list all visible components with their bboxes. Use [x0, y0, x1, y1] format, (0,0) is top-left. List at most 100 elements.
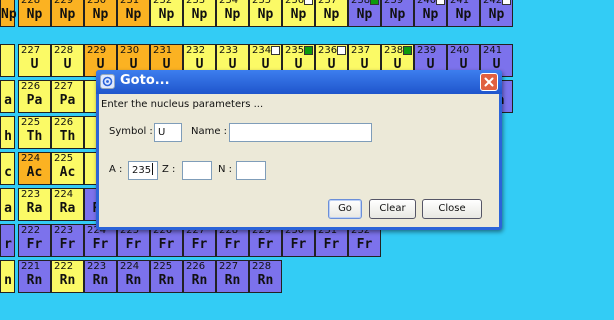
nuclide-cell[interactable]: 228 U [51, 44, 84, 77]
nuclide-cell[interactable]: c [0, 152, 15, 185]
mass-number: 223 [21, 189, 41, 200]
element-symbol: Np [224, 7, 241, 22]
mass-number: 239 [417, 45, 437, 56]
element-symbol: n [4, 273, 12, 288]
nuclide-cell[interactable]: 224 Ra [51, 188, 84, 221]
element-symbol: h [4, 129, 12, 144]
nuclide-cell[interactable]: a [0, 188, 15, 221]
nuclide-cell[interactable]: 232 Np [150, 0, 183, 27]
nuclide-cell[interactable]: 224 Rn [117, 260, 150, 293]
mass-number: 232 [153, 0, 173, 6]
nuclide-cell[interactable]: 227 U [18, 44, 51, 77]
a-field[interactable]: 235 [128, 161, 158, 180]
nuclide-cell[interactable]: 223 Fr [51, 224, 84, 257]
element-symbol: Ac [26, 165, 43, 180]
nuclide-cell[interactable]: 224 Ac [18, 152, 51, 185]
dialog-titlebar[interactable]: Goto... [96, 70, 502, 94]
symbol-label: Symbol : [109, 126, 153, 137]
mass-number: 228 [21, 0, 41, 6]
go-button[interactable]: Go [328, 199, 362, 219]
element-symbol: Np [191, 7, 208, 22]
element-symbol: Rn [59, 273, 76, 288]
dialog-title: Goto... [120, 73, 170, 88]
element-symbol: U [30, 57, 39, 72]
element-symbol: Np [125, 7, 142, 22]
z-label: Z : [162, 164, 176, 175]
close-window-button[interactable] [480, 73, 498, 91]
nuclide-cell[interactable]: 230 Np [84, 0, 117, 27]
nuclide-cell[interactable]: 237 Np [315, 0, 348, 27]
mass-number: 224 [21, 153, 41, 164]
mass-number: 225 [54, 153, 74, 164]
nuclide-cell[interactable]: 234 Np [216, 0, 249, 27]
close-button[interactable]: Close [422, 199, 482, 219]
nuclide-cell[interactable]: 225 Rn [150, 260, 183, 293]
nuclide-cell[interactable]: 241 Np [447, 0, 480, 27]
mass-number: 229 [87, 45, 107, 56]
element-symbol: Fr [356, 237, 373, 252]
nuclide-cell[interactable]: 229 Np [51, 0, 84, 27]
mass-number: 222 [54, 261, 74, 272]
nuclide-cell[interactable]: 228 Np [18, 0, 51, 27]
nuclide-cell[interactable]: 242 Np [480, 0, 513, 27]
nuclide-cell[interactable]: 240 Np [414, 0, 447, 27]
nuclide-cell[interactable]: 227 Rn [216, 260, 249, 293]
isomer-flag [370, 0, 379, 5]
element-symbol: Rn [224, 273, 241, 288]
nuclide-cell[interactable]: 228 Rn [249, 260, 282, 293]
element-symbol: U [63, 57, 72, 72]
nuclide-cell[interactable]: a [0, 80, 15, 113]
app-icon [100, 74, 115, 89]
nuclide-cell[interactable]: 227 Pa [51, 80, 84, 113]
element-symbol: r [4, 237, 12, 252]
element-symbol: a [4, 93, 12, 108]
element-symbol: Np [389, 7, 406, 22]
a-label: A : [109, 164, 123, 175]
element-symbol: Th [59, 129, 76, 144]
element-symbol: Th [26, 129, 43, 144]
element-symbol: a [4, 201, 12, 216]
nuclide-cell[interactable] [0, 44, 15, 77]
mass-number: 227 [54, 81, 74, 92]
nuclide-cell[interactable]: Np [0, 0, 17, 27]
mass-number: 241 [483, 45, 503, 56]
nuclide-cell[interactable]: 221 Rn [18, 260, 51, 293]
mass-number: 237 [351, 45, 371, 56]
nuclide-cell[interactable]: 222 Rn [51, 260, 84, 293]
mass-number: 223 [87, 261, 107, 272]
nuclide-cell[interactable]: 233 Np [183, 0, 216, 27]
element-symbol: Pa [26, 93, 43, 108]
z-field[interactable] [182, 161, 212, 180]
nuclide-cell[interactable]: 223 Ra [18, 188, 51, 221]
mass-number: 242 [483, 0, 503, 6]
element-symbol: Np [1, 7, 17, 22]
mass-number: 225 [21, 117, 41, 128]
nuclide-cell[interactable]: 231 Np [117, 0, 150, 27]
nuclide-cell[interactable]: 226 Th [51, 116, 84, 149]
mass-number: 233 [219, 45, 239, 56]
clear-button[interactable]: Clear [369, 199, 416, 219]
mass-number: 223 [54, 225, 74, 236]
nuclide-cell[interactable]: 239 Np [381, 0, 414, 27]
mass-number: 238 [384, 45, 404, 56]
nuclide-cell[interactable]: 238 Np [348, 0, 381, 27]
nuclide-cell[interactable]: 235 Np [249, 0, 282, 27]
isomer-flag [271, 46, 280, 55]
nuclide-cell[interactable]: r [0, 224, 15, 257]
nuclide-cell[interactable]: 226 Rn [183, 260, 216, 293]
text-caret [152, 163, 154, 175]
n-field[interactable] [236, 161, 266, 180]
element-symbol: Np [356, 7, 373, 22]
nuclide-cell[interactable]: 225 Th [18, 116, 51, 149]
symbol-field[interactable]: U [154, 123, 182, 142]
nuclide-cell[interactable]: n [0, 260, 15, 293]
nuclide-cell[interactable]: h [0, 116, 15, 149]
name-field[interactable] [229, 123, 372, 142]
nuclide-cell[interactable]: 225 Ac [51, 152, 84, 185]
mass-number: 221 [21, 261, 41, 272]
nuclide-cell[interactable]: 222 Fr [18, 224, 51, 257]
nuclide-cell[interactable]: 236 Np [282, 0, 315, 27]
nuclide-cell[interactable]: 226 Pa [18, 80, 51, 113]
mass-number: 234 [252, 45, 272, 56]
nuclide-cell[interactable]: 223 Rn [84, 260, 117, 293]
